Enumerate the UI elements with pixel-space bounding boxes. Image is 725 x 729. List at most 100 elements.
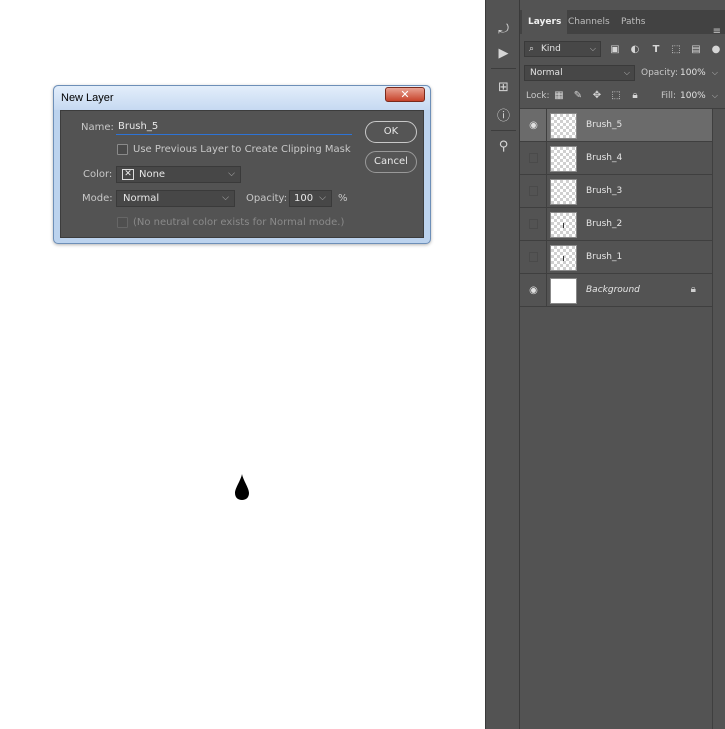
blend-mode-select[interactable]: Normal ⌵ <box>524 65 635 81</box>
layer-name-input[interactable]: Brush_5 <box>116 119 352 135</box>
eye-hidden-icon <box>529 219 538 229</box>
tab-channels[interactable]: Channels <box>562 10 616 34</box>
layer-opacity-value: 100% <box>680 68 706 78</box>
eye-hidden-icon <box>529 186 538 196</box>
brush-mark-thumbnail <box>563 256 564 261</box>
visibility-toggle[interactable]: ◉ <box>520 274 547 307</box>
ok-button[interactable]: OK <box>365 121 417 143</box>
layer-row[interactable]: Brush_3 <box>520 175 712 208</box>
shape-filter-icon[interactable]: ⬚ <box>670 44 682 56</box>
search-icon: ⌕ <box>529 44 535 54</box>
pixel-filter-icon[interactable]: ▣ <box>609 44 621 56</box>
lock-label: Lock: <box>526 91 550 101</box>
dialog-titlebar[interactable]: New Layer ✕ <box>54 86 430 110</box>
layer-thumbnail <box>550 245 577 271</box>
chevron-down-icon: ⌵ <box>589 44 596 53</box>
lock-icon[interactable]: 🔒︎ <box>691 284 696 295</box>
close-button[interactable]: ✕ <box>385 87 425 102</box>
mode-label: Mode: <box>82 193 113 204</box>
new-layer-dialog: New Layer ✕ Name: Brush_5 Use Previous L… <box>53 85 431 244</box>
scrollbar-track[interactable] <box>712 108 713 729</box>
filter-kind-value: Kind <box>541 44 561 54</box>
clipping-mask-checkbox[interactable] <box>117 144 128 155</box>
mode-select-value: Normal <box>123 193 160 204</box>
layer-thumbnail <box>550 146 577 172</box>
layer-name: Brush_1 <box>586 252 623 262</box>
neutral-color-checkbox[interactable] <box>117 217 128 228</box>
tab-paths[interactable]: Paths <box>615 10 651 34</box>
layers-panel: Layers Channels Paths ≡ ⌕ Kind ⌵ ▣ ◐ T ⬚… <box>520 0 725 729</box>
info-icon[interactable]: ⓘ <box>486 105 521 124</box>
cancel-button[interactable]: Cancel <box>365 151 417 173</box>
chevron-down-icon: ⌵ <box>711 91 718 100</box>
play-icon[interactable]: ▶ <box>486 46 521 61</box>
layer-row[interactable]: ◉ Brush_5 <box>520 109 712 142</box>
color-select[interactable]: ✕ None ⌵ <box>116 166 241 183</box>
layer-name: Brush_5 <box>586 120 623 130</box>
opacity-input[interactable]: 100 ⌵ <box>289 190 332 207</box>
none-color-icon: ✕ <box>122 169 134 180</box>
properties-icon[interactable]: ⊞ <box>486 80 521 95</box>
brush-drop-shape <box>235 474 249 500</box>
eye-hidden-icon <box>529 153 538 163</box>
eye-icon: ◉ <box>529 285 538 296</box>
opacity-value: 100 <box>294 193 314 204</box>
layer-thumbnail <box>550 113 577 139</box>
strip-divider <box>491 68 516 69</box>
color-select-value: None <box>139 169 166 180</box>
opacity-label: Opacity: <box>246 193 288 204</box>
layer-row[interactable]: Brush_2 <box>520 208 712 241</box>
layer-name: Brush_2 <box>586 219 623 229</box>
fill-label: Fill: <box>661 91 677 101</box>
layer-name: Brush_4 <box>586 153 623 163</box>
mode-select[interactable]: Normal ⌵ <box>116 190 235 207</box>
eye-icon: ◉ <box>529 120 538 131</box>
layer-opacity-input[interactable]: 100% ⌵ <box>677 65 721 81</box>
filter-toggle-icon[interactable]: ● <box>710 44 722 56</box>
strip-divider <box>491 130 516 131</box>
layer-name: Background <box>586 285 640 295</box>
name-label: Name: <box>81 122 114 133</box>
clone-source-icon[interactable]: ⚲ <box>486 139 521 154</box>
opacity-label: Opacity: <box>641 68 678 78</box>
type-filter-icon[interactable]: T <box>650 44 662 56</box>
lock-position-icon[interactable]: ✥ <box>591 90 603 102</box>
chevron-down-icon: ⌵ <box>319 193 326 203</box>
tab-layers[interactable]: Layers <box>522 10 568 34</box>
adjustment-filter-icon[interactable]: ◐ <box>629 44 641 56</box>
layer-row[interactable]: Brush_1 <box>520 241 712 274</box>
visibility-toggle[interactable] <box>520 175 547 208</box>
dialog-title: New Layer <box>61 92 114 104</box>
brush-mark-thumbnail <box>563 223 564 228</box>
clipping-mask-label: Use Previous Layer to Create Clipping Ma… <box>133 144 351 155</box>
layer-row[interactable]: Brush_4 <box>520 142 712 175</box>
visibility-toggle[interactable] <box>520 142 547 175</box>
layer-thumbnail <box>550 179 577 205</box>
chevron-down-icon: ⌵ <box>711 68 718 77</box>
visibility-toggle[interactable] <box>520 241 547 274</box>
color-label: Color: <box>83 169 113 180</box>
layer-row[interactable]: ◉ Background 🔒︎ <box>520 274 712 307</box>
opacity-unit: % <box>338 193 348 204</box>
layer-thumbnail <box>550 212 577 238</box>
lock-artboard-icon[interactable]: ⬚ <box>610 90 622 102</box>
dialog-body: Name: Brush_5 Use Previous Layer to Crea… <box>60 110 424 238</box>
chevron-down-icon: ⌵ <box>228 169 235 179</box>
visibility-toggle[interactable]: ◉ <box>520 109 547 142</box>
layer-thumbnail <box>550 278 577 304</box>
neutral-color-label: (No neutral color exists for Normal mode… <box>133 217 345 228</box>
history-icon[interactable]: ⤾ <box>486 22 521 37</box>
lock-image-pixels-icon[interactable]: ✎ <box>572 90 584 102</box>
panel-menu-icon[interactable]: ≡ <box>713 26 721 37</box>
smart-object-filter-icon[interactable]: ▤ <box>690 44 702 56</box>
fill-value: 100% <box>680 91 706 101</box>
layers-list: ◉ Brush_5 Brush_4 Brush_3 Brush_2 Brush_1 ◉ Bac… <box>520 109 712 729</box>
chevron-down-icon: ⌵ <box>623 68 630 77</box>
lock-transparent-pixels-icon[interactable]: ▦ <box>553 90 565 102</box>
panel-tabs: Layers Channels Paths ≡ <box>520 10 725 37</box>
visibility-toggle[interactable] <box>520 208 547 241</box>
eye-hidden-icon <box>529 252 538 262</box>
fill-input[interactable]: 100% ⌵ <box>677 88 721 104</box>
filter-kind-select[interactable]: ⌕ Kind ⌵ <box>524 41 601 57</box>
lock-all-icon[interactable]: 🔒︎ <box>629 90 641 102</box>
